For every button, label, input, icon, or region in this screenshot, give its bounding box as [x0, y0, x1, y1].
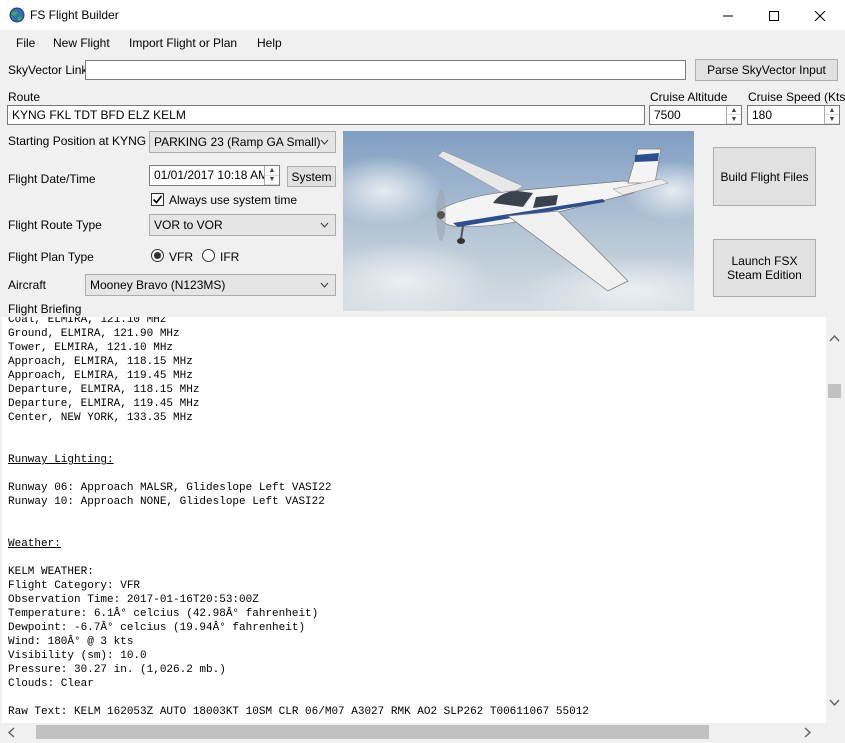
- starting-position-value: PARKING 23 (Ramp GA Small): [154, 135, 321, 149]
- briefing-line: Tower, ELMIRA, 121.10 MHz: [8, 342, 174, 354]
- chevron-down-icon: [320, 139, 329, 145]
- aircraft-label: Aircraft: [8, 278, 47, 292]
- route-type-label: Flight Route Type: [8, 218, 102, 232]
- briefing-line: Flight Category: VFR: [8, 580, 141, 592]
- briefing-line: Departure, ELMIRA, 118.15 MHz: [8, 384, 200, 396]
- briefing-line: Ground, ELMIRA, 121.90 MHz: [8, 328, 180, 340]
- flight-date-input[interactable]: 01/01/2017 10:18 AM ▲ ▼: [149, 165, 280, 186]
- build-flight-files-button[interactable]: Build Flight Files: [713, 147, 816, 206]
- spin-up-icon[interactable]: ▲: [825, 106, 839, 115]
- briefing-line: Center, NEW YORK, 133.35 MHz: [8, 412, 193, 424]
- horizontal-scroll-thumb[interactable]: [36, 725, 709, 739]
- cruise-altitude-value: 7500: [654, 108, 681, 122]
- scroll-down-icon[interactable]: [829, 697, 840, 708]
- route-input[interactable]: KYNG FKL TDT BFD ELZ KELM: [7, 105, 645, 125]
- title-bar: FS Flight Builder: [0, 0, 845, 31]
- aircraft-image: [343, 131, 694, 311]
- launch-fsx-button[interactable]: Launch FSX Steam Edition: [713, 239, 816, 297]
- cruise-altitude-input[interactable]: 7500 ▲ ▼: [649, 105, 742, 125]
- briefing-line: Runway 06: Approach MALSR, Glideslope Le…: [8, 482, 332, 494]
- radio-selected-dot: [154, 252, 161, 259]
- briefing-line: Runway 10: Approach NONE, Glideslope Lef…: [8, 496, 325, 508]
- minimize-button[interactable]: [705, 0, 751, 31]
- menu-help[interactable]: Help: [257, 36, 282, 50]
- vfr-radio[interactable]: [151, 249, 164, 262]
- starting-position-label: Starting Position at KYNG: [8, 134, 147, 148]
- scroll-up-icon[interactable]: [829, 333, 840, 344]
- menu-file[interactable]: File: [16, 36, 35, 50]
- briefing-line: Pressure: 30.27 in. (1,026.2 mb.): [8, 664, 226, 676]
- skyvector-label: SkyVector Link: [8, 63, 88, 77]
- flight-briefing-text[interactable]: Coal, ELMIRA, 121.10 MHz Ground, ELMIRA,…: [2, 317, 826, 723]
- skyvector-input[interactable]: [85, 60, 686, 80]
- chevron-down-icon: [320, 222, 329, 228]
- starting-position-select[interactable]: PARKING 23 (Ramp GA Small): [149, 131, 336, 153]
- close-button[interactable]: [797, 0, 843, 31]
- maximize-icon: [769, 10, 779, 21]
- chevron-down-icon: [320, 282, 329, 288]
- horizontal-scrollbar[interactable]: [2, 723, 826, 741]
- maximize-button[interactable]: [751, 0, 797, 31]
- cruise-altitude-spinner[interactable]: ▲ ▼: [726, 106, 741, 124]
- route-label: Route: [8, 90, 41, 104]
- spin-down-icon[interactable]: ▼: [727, 115, 741, 124]
- briefing-line: Raw Text: KELM 162053Z AUTO 18003KT 10SM…: [8, 706, 589, 718]
- always-system-time-label: Always use system time: [169, 193, 298, 207]
- briefing-line: Approach, ELMIRA, 118.15 MHz: [8, 356, 193, 368]
- aircraft-value: Mooney Bravo (N123MS): [90, 278, 226, 292]
- flight-briefing-label: Flight Briefing: [8, 302, 82, 316]
- scroll-right-icon[interactable]: [802, 727, 813, 738]
- menu-import-flight[interactable]: Import Flight or Plan: [129, 36, 237, 50]
- scroll-left-icon[interactable]: [6, 727, 17, 738]
- spin-up-icon[interactable]: ▲: [727, 106, 741, 115]
- ifr-radio[interactable]: [202, 249, 215, 262]
- vertical-scrollbar[interactable]: [826, 317, 843, 723]
- system-time-button[interactable]: System: [287, 166, 336, 187]
- route-type-select[interactable]: VOR to VOR: [149, 214, 336, 236]
- briefing-line: Clouds: Clear: [8, 678, 94, 690]
- spin-up-icon[interactable]: ▲: [265, 166, 279, 176]
- checkmark-icon: [152, 195, 163, 204]
- minimize-icon: [723, 15, 733, 16]
- briefing-line: Runway Lighting:: [8, 454, 114, 466]
- briefing-line: Approach, ELMIRA, 119.45 MHz: [8, 370, 193, 382]
- menu-bar: File New Flight Import Flight or Plan He…: [0, 31, 845, 55]
- aircraft-select[interactable]: Mooney Bravo (N123MS): [85, 274, 336, 296]
- briefing-line: Temperature: 6.1Â° celcius (42.98Â° fahr…: [8, 608, 319, 620]
- briefing-line: Dewpoint: -6.7Â° celcius (19.94Â° fahren…: [8, 622, 306, 634]
- briefing-line: Departure, ELMIRA, 119.45 MHz: [8, 398, 200, 410]
- briefing-line: Weather:: [8, 538, 61, 550]
- window-title: FS Flight Builder: [30, 8, 119, 22]
- briefing-line: Wind: 180Â° @ 3 kts: [8, 636, 134, 648]
- route-type-value: VOR to VOR: [154, 218, 223, 232]
- briefing-content: Coal, ELMIRA, 121.10 MHz Ground, ELMIRA,…: [2, 317, 826, 719]
- always-system-time-checkbox[interactable]: [151, 193, 164, 206]
- flight-date-spinner[interactable]: ▲ ▼: [264, 166, 279, 185]
- vfr-label: VFR: [169, 250, 193, 264]
- menu-new-flight[interactable]: New Flight: [53, 36, 110, 50]
- briefing-line: Observation Time: 2017-01-16T20:53:00Z: [8, 594, 259, 606]
- ifr-label: IFR: [220, 250, 240, 264]
- spin-down-icon[interactable]: ▼: [825, 115, 839, 124]
- briefing-line: Coal, ELMIRA, 121.10 MHz: [8, 317, 167, 326]
- plan-type-label: Flight Plan Type: [8, 250, 94, 264]
- cruise-speed-spinner[interactable]: ▲ ▼: [824, 106, 839, 124]
- briefing-line: Visibility (sm): 10.0: [8, 650, 147, 662]
- cruise-speed-input[interactable]: 180 ▲ ▼: [747, 105, 840, 125]
- spin-down-icon[interactable]: ▼: [265, 176, 279, 185]
- briefing-line: KELM WEATHER:: [8, 566, 94, 578]
- vertical-scroll-thumb[interactable]: [828, 384, 841, 398]
- flight-date-value: 01/01/2017 10:18 AM: [154, 168, 269, 182]
- app-globe-icon: [9, 7, 25, 23]
- flight-date-label: Flight Date/Time: [8, 172, 96, 186]
- cruise-altitude-label: Cruise Altitude: [650, 90, 728, 104]
- close-icon: [815, 10, 825, 21]
- cruise-speed-value: 180: [752, 108, 773, 122]
- parse-skyvector-button[interactable]: Parse SkyVector Input: [695, 59, 838, 81]
- cruise-speed-label: Cruise Speed (Kts): [748, 90, 845, 104]
